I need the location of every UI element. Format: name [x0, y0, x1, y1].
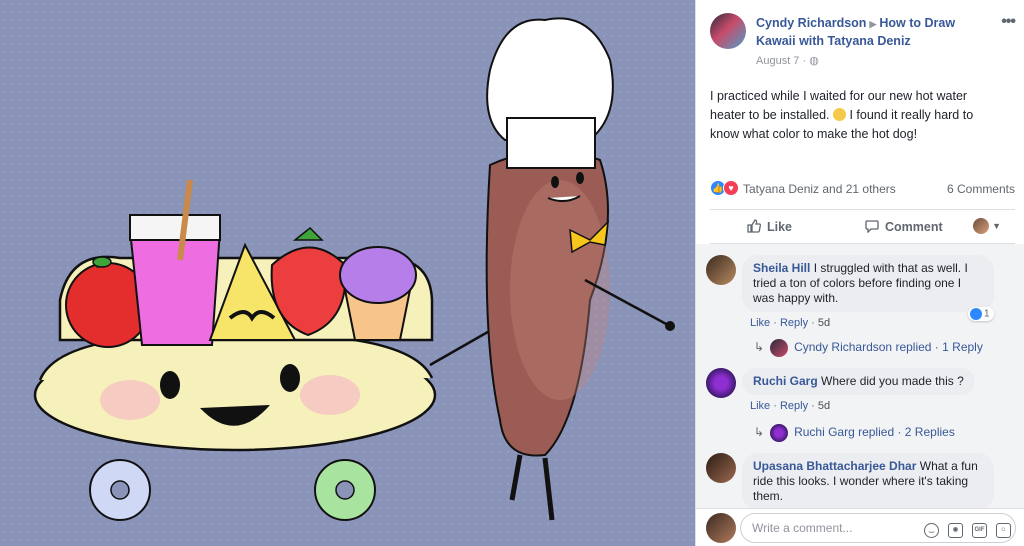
reaction-names[interactable]: Tatyana Deniz and 21 others [743, 182, 896, 196]
right-triangle-icon: ▶ [869, 19, 877, 29]
comment-time[interactable]: 5d [818, 400, 830, 412]
post-header: Cyndy Richardson ▶ How to Draw Kawaii with… [710, 13, 1016, 73]
emoji-icon[interactable]: ‿ [924, 523, 939, 538]
reply-arrow-icon: ↳ [754, 340, 765, 355]
post-as-selector[interactable]: ▼ [973, 218, 1001, 234]
love-reaction-icon: ♥ [723, 180, 739, 196]
author-name-link[interactable]: Cyndy Richardson [756, 16, 866, 30]
comment-bubble: Ruchi Garg Where did you made this ? [742, 368, 975, 395]
comment-time[interactable]: 5d [818, 317, 830, 329]
kawaii-drawing [33, 17, 675, 521]
post-date[interactable]: August 7 [756, 55, 799, 67]
comment-reply-link[interactable]: Reply [780, 400, 808, 412]
comment-reply-link[interactable]: Reply [780, 317, 808, 329]
reactions-bar[interactable]: 👍 ♥ Tatyana Deniz and 21 others 6 Commen… [710, 180, 1015, 198]
like-reaction-icon [970, 308, 982, 320]
more-options-icon[interactable]: ••• [1001, 13, 1016, 31]
commenter-avatar[interactable] [706, 368, 736, 398]
comment-bubble: Upasana Bhattacharjee Dhar What a fun ri… [742, 453, 994, 508]
post-photo[interactable] [0, 0, 695, 546]
comment-bubble-icon [865, 220, 879, 233]
comment-button[interactable]: Comment [865, 219, 943, 234]
comment-item: Upasana Bhattacharjee Dhar What a fun ri… [706, 453, 1016, 508]
comment-item: Ruchi Garg Where did you made this ? Lik… [706, 368, 1016, 442]
like-button[interactable]: Like [747, 219, 792, 234]
comment-like-link[interactable]: Like [750, 317, 770, 329]
comment-bubble: Sheila Hill I struggled with that as wel… [742, 255, 994, 312]
globe-icon: ◍ [809, 55, 819, 67]
post-actions: Like Comment ▼ [710, 214, 1015, 242]
sticker-icon[interactable]: ☺ [996, 523, 1011, 538]
replier-avatar [770, 339, 789, 357]
comment-like-count[interactable]: 1 [968, 307, 994, 321]
post-panel: Cyndy Richardson ▶ How to Draw Kawaii with… [695, 0, 1024, 546]
commenter-name[interactable]: Ruchi Garg [753, 374, 818, 388]
comment-composer: ‿ ◉ GIF ☺ [696, 508, 1024, 546]
author-avatar[interactable] [710, 13, 746, 49]
comments-list: Sheila Hill I struggled with that as wel… [696, 244, 1024, 508]
gif-icon[interactable]: GIF [972, 523, 987, 538]
caret-down-icon: ▼ [992, 221, 1001, 231]
replies-summary[interactable]: ↳ Ruchi Garg replied · 2 Replies [754, 424, 955, 442]
replier-avatar [770, 424, 789, 442]
user-avatar [706, 513, 736, 543]
comment-item: Sheila Hill I struggled with that as wel… [706, 255, 1016, 357]
replies-summary[interactable]: ↳ Cyndy Richardson replied · 1 Reply [754, 339, 983, 357]
thumbs-up-icon [747, 219, 761, 233]
commenter-name[interactable]: Sheila Hill [753, 261, 810, 275]
smiling-face-emoji-icon [833, 108, 846, 121]
divider [710, 209, 1015, 210]
commenter-avatar[interactable] [706, 453, 736, 483]
camera-icon[interactable]: ◉ [948, 523, 963, 538]
commenter-avatar[interactable] [706, 255, 736, 285]
reply-arrow-icon: ↳ [754, 425, 765, 440]
comment-count[interactable]: 6 Comments [947, 182, 1015, 196]
user-avatar [973, 218, 990, 234]
post-text: I practiced while I waited for our new h… [710, 89, 974, 141]
commenter-name[interactable]: Upasana Bhattacharjee Dhar [753, 459, 916, 473]
comment-like-link[interactable]: Like [750, 400, 770, 412]
